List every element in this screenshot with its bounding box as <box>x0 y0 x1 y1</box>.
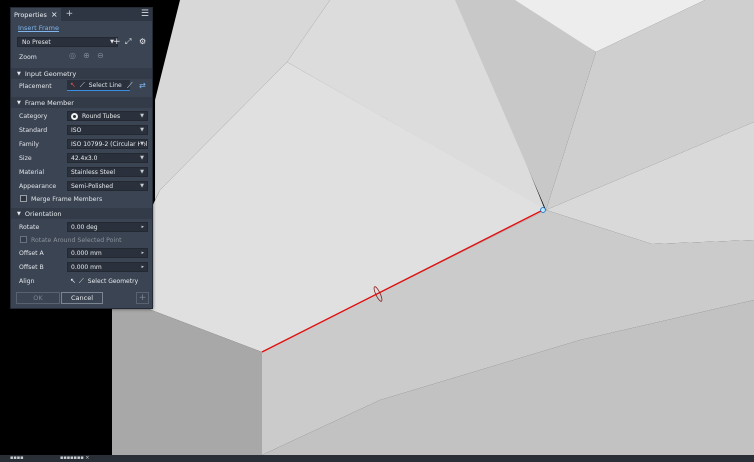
edge-select-icon[interactable]: ⟋ <box>127 82 133 90</box>
material-label: Material <box>19 169 45 176</box>
ok-button[interactable]: OK <box>16 292 60 304</box>
family-label: Family <box>19 141 39 148</box>
section-input-geometry-label: Input Geometry <box>24 69 77 78</box>
align-label: Align <box>19 278 35 285</box>
collapse-triangle-icon: ▼ <box>17 70 21 77</box>
chevron-down-icon: ▼ <box>140 113 144 119</box>
merge-frame-members-checkbox[interactable] <box>20 195 27 202</box>
offset-a-label: Offset A <box>19 250 44 257</box>
preset-value: No Preset <box>22 38 51 46</box>
family-value: ISO 10799-2 (Circular Hol <box>71 140 148 148</box>
chevron-down-icon: ▼ <box>140 169 144 175</box>
edge-endpoint-marker[interactable] <box>540 207 546 213</box>
tab-properties[interactable]: Properties × <box>11 8 61 21</box>
size-label: Size <box>19 155 32 162</box>
offset-b-label: Offset B <box>19 264 44 271</box>
rotate-around-point-label: Rotate Around Selected Point <box>31 237 122 244</box>
spinner-icon[interactable]: ▸ <box>141 250 144 256</box>
zoom-in-icon[interactable]: ⊕ <box>83 52 90 60</box>
material-dropdown[interactable]: Stainless Steel ▼ <box>67 167 148 177</box>
rotate-around-point-checkbox[interactable] <box>20 236 27 243</box>
chevron-down-icon: ▼ <box>140 127 144 133</box>
placement-label: Placement <box>19 83 52 90</box>
section-frame-member[interactable]: ▼ Frame Member <box>11 97 152 108</box>
appearance-dropdown[interactable]: Semi-Polished ▼ <box>67 181 148 191</box>
align-select-button[interactable]: ↖ ⟋ Select Geometry <box>67 276 148 286</box>
section-frame-member-label: Frame Member <box>24 98 74 107</box>
close-icon[interactable]: × <box>51 10 58 19</box>
rotate-value: 0.00 deg <box>71 223 98 231</box>
placement-select-button[interactable]: ↖ ⟋ Select Line <box>67 80 130 91</box>
zoom-label: Zoom <box>19 54 37 61</box>
zoom-fit-icon[interactable]: ◎ <box>69 52 76 60</box>
offset-a-value: 0.000 mm <box>71 249 102 257</box>
properties-panel: Properties × + ☰ Insert Frame No Preset … <box>10 7 153 309</box>
hamburger-menu-icon[interactable]: ☰ <box>141 9 149 19</box>
pin-icon[interactable]: ⤢ <box>125 38 131 46</box>
section-orientation-label: Orientation <box>24 209 62 218</box>
size-value: 42.4x3.0 <box>71 154 98 162</box>
apply-plus-button[interactable]: + <box>136 292 149 304</box>
add-preset-icon[interactable]: + <box>113 38 121 47</box>
line-icon: ⟋ <box>78 276 84 285</box>
size-dropdown[interactable]: 42.4x3.0 ▼ <box>67 153 148 163</box>
add-tab-icon[interactable]: + <box>66 10 74 19</box>
align-select-label: Select Geometry <box>87 277 139 285</box>
rotate-label: Rotate <box>19 224 40 231</box>
line-icon: ⟋ <box>79 80 85 89</box>
spinner-icon[interactable]: ▸ <box>141 224 144 230</box>
document-tab-bar: ▪▪▪▪ ▪▪▪▪▪▪▪ × <box>0 455 754 462</box>
cancel-button[interactable]: Cancel <box>61 292 103 304</box>
offset-b-input[interactable]: 0.000 mm ▸ <box>67 262 148 272</box>
gear-icon[interactable]: ⚙ <box>139 38 146 46</box>
document-tab-active[interactable]: ▪▪▪▪▪▪▪ × <box>60 455 90 462</box>
section-input-geometry[interactable]: ▼ Input Geometry <box>11 68 152 79</box>
collapse-triangle-icon: ▼ <box>17 210 21 217</box>
rotate-input[interactable]: 0.00 deg ▸ <box>67 222 148 232</box>
chevron-down-icon: ▼ <box>140 155 144 161</box>
tab-properties-label: Properties <box>14 10 47 19</box>
spinner-icon[interactable]: ▸ <box>141 264 144 270</box>
chevron-down-icon: ▼ <box>140 141 144 147</box>
insert-frame-link[interactable]: Insert Frame <box>18 24 59 32</box>
standard-dropdown[interactable]: ISO ▼ <box>67 125 148 135</box>
offset-a-input[interactable]: 0.000 mm ▸ <box>67 248 148 258</box>
preset-dropdown[interactable]: No Preset ▼ <box>17 37 118 47</box>
standard-value: ISO <box>71 126 82 134</box>
placement-select-label: Select Line <box>88 81 122 89</box>
category-label: Category <box>19 113 48 120</box>
chevron-down-icon: ▼ <box>140 183 144 189</box>
appearance-label: Appearance <box>19 183 57 190</box>
flip-icon[interactable]: ⇄ <box>139 82 146 90</box>
appearance-value: Semi-Polished <box>71 182 114 190</box>
cursor-arrow-icon: ↖ <box>70 277 76 285</box>
family-dropdown[interactable]: ISO 10799-2 (Circular Hol ▼ <box>67 139 148 149</box>
panel-tab-bar: Properties × + ☰ <box>11 8 152 21</box>
zoom-out-icon[interactable]: ⊖ <box>97 52 104 60</box>
document-tab[interactable]: ▪▪▪▪ <box>10 455 24 462</box>
round-tube-icon <box>71 112 78 120</box>
standard-label: Standard <box>19 127 48 134</box>
merge-frame-members-label: Merge Frame Members <box>31 196 103 203</box>
offset-b-value: 0.000 mm <box>71 263 102 271</box>
section-orientation[interactable]: ▼ Orientation <box>11 208 152 219</box>
collapse-triangle-icon: ▼ <box>17 99 21 106</box>
category-value: Round Tubes <box>82 112 121 120</box>
cursor-arrow-icon: ↖ <box>70 81 76 89</box>
category-dropdown[interactable]: Round Tubes ▼ <box>67 111 148 121</box>
material-value: Stainless Steel <box>71 168 116 176</box>
